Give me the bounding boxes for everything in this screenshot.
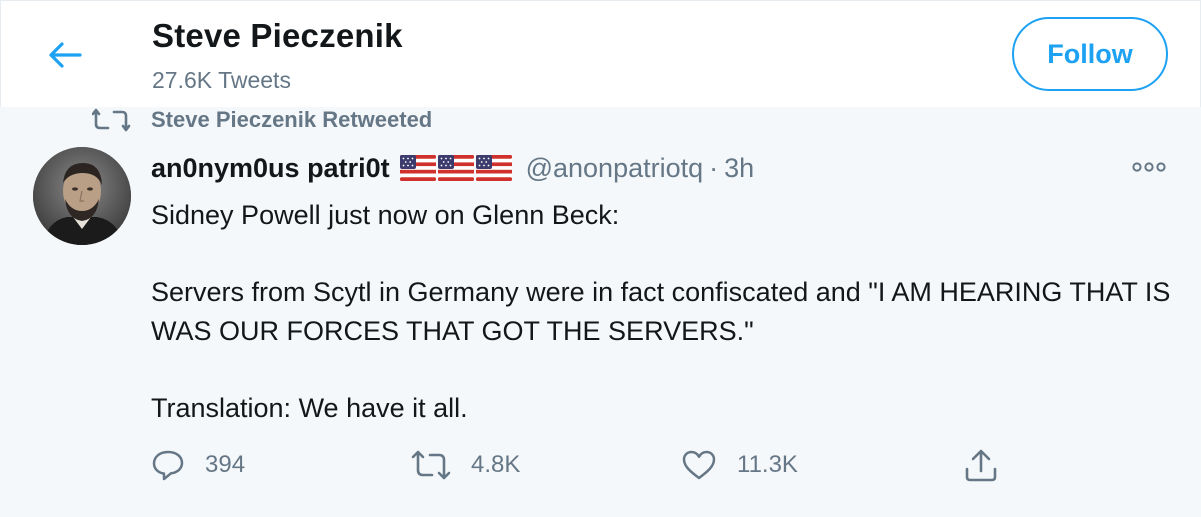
share-button[interactable] [963, 445, 999, 485]
avatar[interactable] [33, 147, 131, 245]
tweet-author: an0nym0us patri0t @anonpatriotq · 3h [151, 151, 754, 185]
retweet-context-icon [92, 108, 132, 132]
share-icon [965, 449, 997, 482]
more-icon [1132, 162, 1166, 172]
tweet-count: 27.6K Tweets [152, 67, 291, 93]
back-button[interactable] [45, 35, 85, 75]
profile-name: Steve Pieczenik [152, 17, 403, 54]
reply-count: 394 [205, 451, 246, 478]
retweet-count: 4.8K [471, 451, 521, 478]
tweet-actions: 394 4.8K 11.3K [151, 445, 1051, 485]
meta-separator: · [709, 152, 719, 183]
us-flag-icon [475, 155, 512, 181]
follow-button[interactable]: Follow [1012, 17, 1168, 91]
tweet[interactable]: Steve Pieczenik Retweeted an0nym0us patr… [0, 107, 1201, 517]
author-handle[interactable]: @anonpatriotq [526, 153, 704, 184]
us-flag-icon [437, 155, 474, 181]
like-count: 11.3K [737, 451, 798, 478]
retweet-context-label: Steve Pieczenik Retweeted [151, 107, 433, 132]
tweet-text: Sidney Powell just now on Glenn Beck: Se… [151, 200, 1171, 423]
tweet-timestamp[interactable]: 3h [724, 153, 754, 184]
like-button[interactable]: 11.3K [681, 445, 798, 485]
author-display-name[interactable]: an0nym0us patri0t [151, 153, 390, 184]
more-options-button[interactable] [1131, 157, 1167, 177]
heart-icon [682, 450, 716, 480]
retweet-button[interactable]: 4.8K [411, 445, 520, 485]
reply-button[interactable]: 394 [151, 445, 245, 485]
us-flag-icon [399, 155, 436, 181]
retweet-icon [411, 450, 451, 480]
retweet-context: Steve Pieczenik Retweeted [92, 107, 432, 133]
reply-icon [152, 450, 184, 481]
arrow-left-icon [49, 42, 82, 68]
author-flags [399, 155, 512, 181]
profile-header: Steve Pieczenik 27.6K Tweets Follow [0, 0, 1201, 108]
